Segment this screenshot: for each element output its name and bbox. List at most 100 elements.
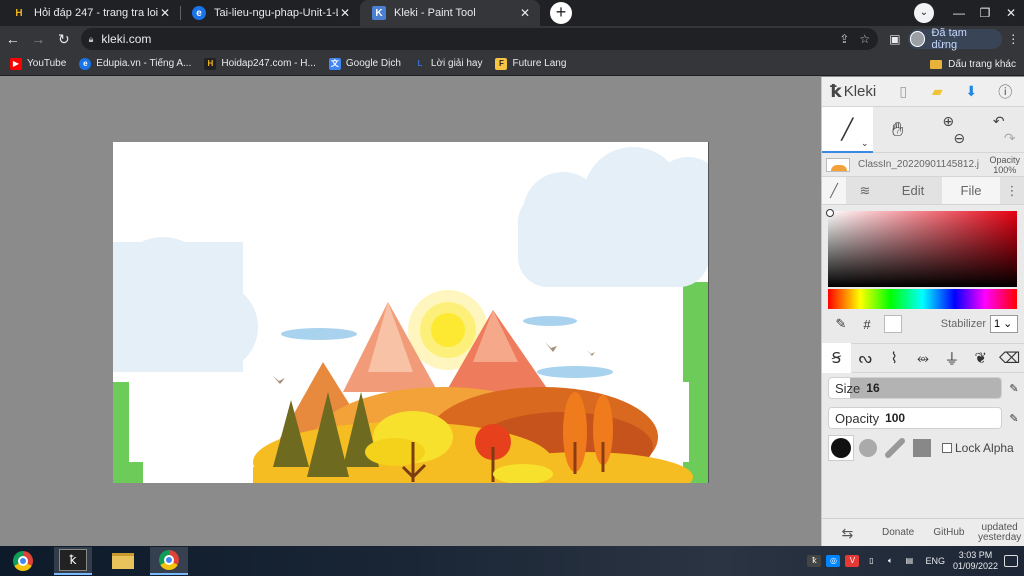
close-icon[interactable]: ✕ (518, 6, 532, 20)
new-tab-button[interactable]: + (550, 2, 572, 24)
tab-kleki[interactable]: K Kleki - Paint Tool ✕ (360, 0, 540, 26)
tab-edit[interactable]: Edit (884, 177, 942, 204)
notification-icon[interactable] (1004, 555, 1018, 567)
hue-slider[interactable] (828, 289, 1017, 309)
layer-row[interactable]: ClassIn_20220901145812.j Opacity 100% (822, 153, 1024, 177)
sketchy-brush-button[interactable]: ⌇ (880, 343, 909, 373)
kleki-tray-icon[interactable]: ꝁ (807, 555, 822, 567)
color-picker-area[interactable] (828, 211, 1017, 287)
swap-panel-icon[interactable]: ⇆ (822, 526, 873, 540)
menu-icon[interactable]: ⋮ (1002, 32, 1024, 46)
taskbar: ꝁ ꝁ ◎ V ▯ 🔈︎ ▤ ENG 3:03 PM 01/09/2022 (0, 546, 1024, 576)
pixel-brush-button[interactable]: ⥈ (909, 343, 938, 373)
reload-icon[interactable]: ↻ (51, 31, 77, 48)
tab-brush[interactable]: ╱ (822, 177, 846, 204)
forward-icon[interactable]: → (26, 31, 52, 47)
chevron-down-icon[interactable]: ⌄ (861, 138, 869, 149)
updated-link[interactable]: updated yesterday (974, 522, 1024, 543)
bookmark-star-icon[interactable]: ☆ (859, 32, 870, 46)
more-icon[interactable]: ⋮ (1000, 177, 1024, 204)
bookmark-youtube[interactable]: ▶ YouTube (10, 57, 66, 70)
line-tip-button[interactable] (882, 435, 908, 461)
tab-search-icon[interactable]: ⌄ (914, 3, 934, 23)
stabilizer-value: 1 (994, 318, 1001, 330)
stabilizer-select[interactable]: 1 ⌄ (990, 315, 1018, 333)
chemy-brush-button[interactable]: ⏚ (937, 343, 966, 373)
v-tray-icon[interactable]: V (845, 555, 860, 567)
minimize-icon[interactable]: — (946, 6, 972, 20)
pen-pressure-icon[interactable]: ✎ (1004, 412, 1024, 425)
brush-tool-button[interactable]: ╱ ⌄ (822, 107, 873, 153)
youtube-icon: ▶ (10, 57, 22, 70)
hand-tool-button[interactable]: ✋︎ (873, 107, 924, 153)
eraser-button[interactable]: ⌫ (995, 343, 1024, 373)
profile-label: Đã tạm dừng (931, 27, 967, 51)
volume-icon[interactable]: 🔈︎ (883, 555, 897, 567)
drawing-canvas[interactable] (113, 142, 709, 483)
clock[interactable]: 3:03 PM 01/09/2022 (953, 550, 998, 572)
smudge-brush-button[interactable]: ❦ (966, 343, 995, 373)
taskbar-kleki[interactable]: ꝁ (54, 547, 92, 575)
back-icon[interactable]: ← (0, 31, 26, 47)
hex-input-icon[interactable]: # (854, 317, 880, 332)
pen-brush-button[interactable]: Ꞩ (822, 343, 851, 373)
close-icon[interactable]: ✕ (338, 6, 352, 20)
save-download-icon[interactable]: ⬇ (954, 83, 988, 100)
bookmark-google-dich[interactable]: 文 Google Dịch (328, 57, 401, 70)
zoom-out-icon[interactable]: ⊖ (953, 130, 965, 147)
close-icon[interactable]: ✕ (158, 6, 172, 20)
lock-alpha-checkbox[interactable] (942, 443, 952, 453)
donate-link[interactable]: Donate (873, 527, 924, 538)
tab-tai-lieu[interactable]: e Tai-lieu-ngu-phap-Unit-1-Lop-6- ✕ (180, 0, 360, 26)
close-window-icon[interactable]: ✕ (998, 6, 1024, 20)
taskbar-chrome-2[interactable] (150, 547, 188, 575)
bookmark-edupia[interactable]: e Edupia.vn - Tiếng A... (79, 57, 191, 70)
opacity-slider[interactable]: Opacity 100 (828, 407, 1002, 429)
canvas-workspace[interactable] (0, 77, 821, 546)
profile-button[interactable]: Đã tạm dừng (907, 27, 1003, 51)
kleki-app-icon: ꝁ (59, 549, 87, 571)
share-icon[interactable]: ⇪ (839, 32, 849, 46)
language-indicator[interactable]: ENG (925, 556, 945, 566)
tab-layers[interactable]: ≋ (846, 177, 884, 204)
soft-circle-icon (859, 439, 877, 457)
bookmark-future-lang[interactable]: F Future Lang (495, 57, 566, 70)
square-icon (913, 439, 931, 457)
brush-types: Ꞩ ᔓ ⌇ ⥈ ⏚ ❦ ⌫ (822, 343, 1024, 373)
messenger-tray-icon[interactable]: ◎ (826, 555, 841, 567)
pixel-brush-icon: ⥈ (917, 349, 930, 367)
side-panel-icon[interactable]: ▣ (884, 32, 906, 46)
bookmark-loi-giai-hay[interactable]: L Lời giải hay (414, 58, 482, 70)
kleki-favicon-icon: K (372, 6, 386, 20)
help-icon[interactable]: ⓘ (988, 82, 1022, 102)
new-image-icon[interactable]: ▯ (886, 83, 920, 100)
size-slider[interactable]: Size 16 (828, 377, 1002, 399)
tab-title: Kleki - Paint Tool (394, 7, 476, 19)
chemy-brush-icon: ⏚ (944, 350, 960, 368)
blend-brush-button[interactable]: ᔓ (851, 343, 880, 373)
soft-tip-button[interactable] (855, 435, 881, 461)
github-link[interactable]: GitHub (924, 527, 975, 538)
round-tip-button[interactable] (828, 435, 854, 461)
zoom-in-icon[interactable]: ⊕ (942, 113, 954, 130)
eyedropper-icon[interactable]: ✎ (828, 316, 854, 332)
redo-icon[interactable]: ↷ (1004, 130, 1016, 147)
undo-icon[interactable]: ↶ (993, 113, 1005, 130)
current-color-swatch[interactable] (884, 315, 902, 333)
bookmark-hoidap247[interactable]: H Hoidap247.com - H... (204, 57, 316, 70)
lock-alpha-toggle[interactable]: Lock Alpha (942, 441, 1014, 455)
restore-icon[interactable]: ❐ (972, 6, 998, 20)
pen-pressure-icon[interactable]: ✎ (1004, 382, 1024, 395)
address-bar[interactable]: 🔒︎ kleki.com ⇪ ☆ (80, 28, 879, 50)
square-tip-button[interactable] (909, 435, 935, 461)
bookmark-label: Hoidap247.com - H... (221, 58, 316, 69)
open-folder-icon[interactable]: ▰ (920, 83, 954, 100)
network-icon[interactable]: ▤ (902, 555, 916, 567)
zoom-controls: ⊕ ⊖ (923, 107, 974, 153)
taskbar-explorer[interactable] (104, 547, 142, 575)
tab-hoidap247[interactable]: H Hỏi đáp 247 - trang tra loi ✕ (0, 0, 180, 26)
other-bookmarks[interactable]: Dấu trang khác (930, 52, 1016, 76)
tab-file[interactable]: File (942, 177, 1000, 204)
taskbar-chrome[interactable] (4, 547, 42, 575)
size-value: 16 (866, 381, 880, 395)
